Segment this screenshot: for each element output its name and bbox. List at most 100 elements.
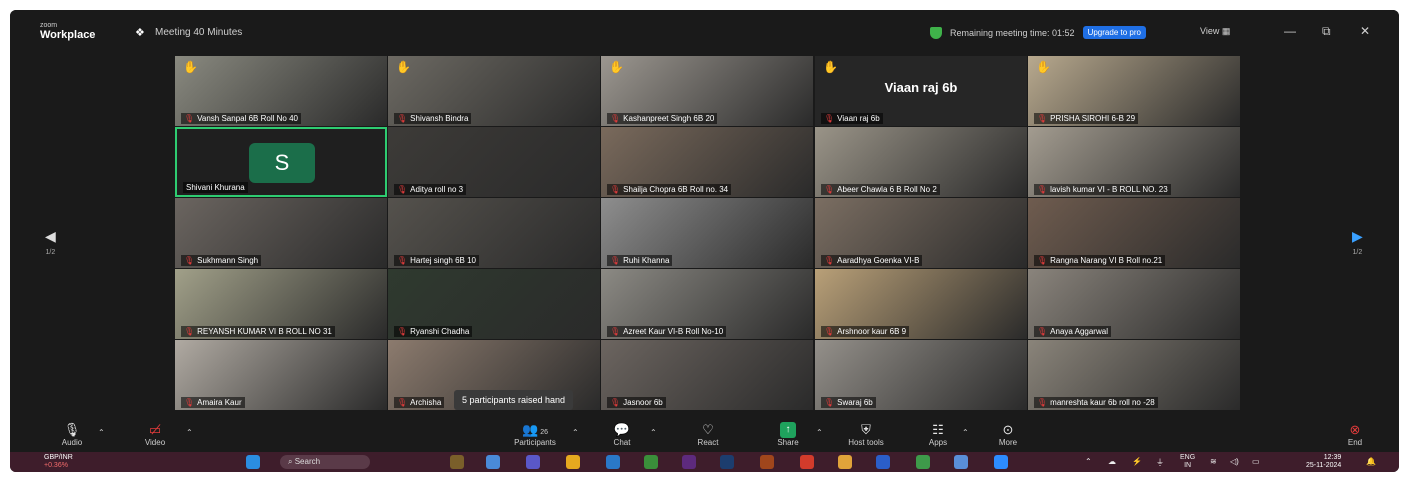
restore-button[interactable]: ⧉ bbox=[1322, 24, 1331, 39]
participant-tile[interactable]: Viaan raj 6b ✋ 🎙 Viaan raj 6b bbox=[815, 56, 1027, 126]
participant-tile[interactable]: 🎙 Amaira Kaur bbox=[175, 340, 387, 410]
zoom-app-icon[interactable] bbox=[994, 455, 1008, 469]
audio-options-chevron-icon[interactable]: ⌃ bbox=[98, 428, 105, 437]
participants-button[interactable]: 👥 26 Participants bbox=[505, 422, 565, 447]
participant-name-tag: 🎙 Shailja Chopra 6B Roll no. 34 bbox=[607, 184, 732, 195]
volume-icon[interactable]: ◁) bbox=[1230, 457, 1239, 466]
ticker-name: GBP/INR bbox=[44, 454, 73, 461]
chrome-icon[interactable] bbox=[838, 455, 852, 469]
participant-tile[interactable]: ✋ 🎙 Kashanpreet Singh 6B 20 bbox=[601, 56, 813, 126]
end-button[interactable]: ⊗ End bbox=[1325, 422, 1385, 447]
browser-icon[interactable] bbox=[486, 455, 500, 469]
usb-icon[interactable]: ⏚ bbox=[1156, 457, 1164, 468]
upgrade-button[interactable]: Upgrade to pro bbox=[1082, 26, 1146, 39]
video-options-chevron-icon[interactable]: ⌃ bbox=[186, 428, 193, 437]
network-icon[interactable]: ⚡ bbox=[1132, 457, 1142, 466]
participant-tile[interactable]: 🎙 Ryanshi Chadha bbox=[388, 269, 600, 339]
after-effects-icon[interactable] bbox=[682, 455, 696, 469]
chat-button[interactable]: 💬 Chat bbox=[592, 422, 652, 447]
minimize-button[interactable]: — bbox=[1284, 24, 1296, 38]
participant-tile[interactable]: 🎙 Jasnoor 6b bbox=[601, 340, 813, 410]
microphone-icon: 🎙 bbox=[63, 422, 81, 437]
stock-widget[interactable]: GBP/INR +0.36% bbox=[44, 454, 73, 470]
raised-hand-icon: ✋ bbox=[396, 60, 411, 74]
participant-tile[interactable]: 🎙 Rangna Narang VI B Roll no.21 bbox=[1028, 198, 1240, 268]
participant-tile[interactable]: S Shivani Khurana bbox=[175, 127, 387, 197]
page-indicator-right: 1/2 bbox=[1352, 249, 1363, 256]
participant-tile[interactable]: 🎙 Swaraj 6b bbox=[815, 340, 1027, 410]
taskbar-search[interactable]: ⌕ Search bbox=[280, 455, 370, 469]
outlook-icon[interactable] bbox=[606, 455, 620, 469]
video-button[interactable]: ▭̸ Video bbox=[125, 422, 185, 447]
zoom-logo: zoom Workplace bbox=[40, 22, 95, 41]
participant-tile[interactable]: 🎙 Shailja Chopra 6B Roll no. 34 bbox=[601, 127, 813, 197]
participant-tile[interactable]: 🎙 Aaradhya Goenka VI-B bbox=[815, 198, 1027, 268]
audio-button[interactable]: 🎙 Audio bbox=[42, 422, 102, 447]
meeting-title[interactable]: ❖ Meeting 40 Minutes bbox=[135, 27, 242, 38]
clock-time: 12:39 bbox=[1323, 454, 1342, 461]
end-call-icon: ⊗ bbox=[1349, 422, 1361, 437]
taskbar-clock[interactable]: 12:39 25-11-2024 bbox=[1306, 454, 1341, 470]
participant-tile[interactable]: ✋ 🎙 Shivansh Bindra bbox=[388, 56, 600, 126]
windows-start-icon[interactable] bbox=[246, 455, 260, 469]
apps-button[interactable]: ☷ Apps bbox=[908, 422, 968, 447]
tray-chevron-icon[interactable]: ⌃ bbox=[1085, 457, 1092, 466]
muted-microphone-icon: 🎙 bbox=[824, 185, 835, 194]
host-tools-button[interactable]: ⛨ Host tools bbox=[836, 422, 896, 447]
participant-tile[interactable]: 🎙 Azreet Kaur VI-B Roll No-10 bbox=[601, 269, 813, 339]
participant-tile[interactable]: ✋ 🎙 Vansh Sanpal 6B Roll No 40 bbox=[175, 56, 387, 126]
opera-icon[interactable] bbox=[800, 455, 814, 469]
apps-label: Apps bbox=[928, 438, 948, 447]
participant-tile[interactable]: 🎙 Ruhi Khanna bbox=[601, 198, 813, 268]
prev-page-button[interactable]: ◀ 1/2 bbox=[45, 228, 56, 256]
more-button[interactable]: ⊙ More bbox=[978, 422, 1038, 447]
view-button[interactable]: View ▦ bbox=[1200, 26, 1230, 37]
participant-tile[interactable]: 🎙 Anaya Aggarwal bbox=[1028, 269, 1240, 339]
file-explorer-icon[interactable] bbox=[566, 455, 580, 469]
chat-icon: 💬 bbox=[613, 422, 631, 437]
muted-microphone-icon: 🎙 bbox=[610, 327, 621, 336]
raised-hand-icon: ✋ bbox=[609, 60, 624, 74]
participant-tile[interactable]: 🎙 Arshnoor kaur 6B 9 bbox=[815, 269, 1027, 339]
participant-tile[interactable]: 🎙 Abeer Chawla 6 B Roll No 2 bbox=[815, 127, 1027, 197]
photoshop-icon[interactable] bbox=[720, 455, 734, 469]
participant-tile[interactable]: ✋ 🎙 PRISHA SIROHI 6-B 29 bbox=[1028, 56, 1240, 126]
chat-options-chevron-icon[interactable]: ⌃ bbox=[650, 428, 657, 437]
language-indicator[interactable]: ENG IN bbox=[1180, 454, 1195, 470]
share-button[interactable]: ↑ Share bbox=[758, 422, 818, 447]
notification-bell-icon[interactable]: 🔔 bbox=[1366, 457, 1376, 466]
close-button[interactable]: ✕ bbox=[1360, 24, 1370, 38]
battery-icon[interactable]: ▭ bbox=[1252, 457, 1260, 466]
participants-options-chevron-icon[interactable]: ⌃ bbox=[572, 428, 579, 437]
photos-icon[interactable] bbox=[954, 455, 968, 469]
participant-name: Sukhmann Singh bbox=[197, 256, 259, 265]
participant-tile[interactable]: 🎙 REYANSH KUMAR VI B ROLL NO 31 bbox=[175, 269, 387, 339]
muted-microphone-icon: 🎙 bbox=[824, 256, 835, 265]
next-page-button[interactable]: ▶ 1/2 bbox=[1352, 228, 1363, 256]
participant-tile[interactable]: 🎙 Aditya roll no 3 bbox=[388, 127, 600, 197]
apps-options-chevron-icon[interactable]: ⌃ bbox=[962, 428, 969, 437]
participant-name-tag: 🎙 Anaya Aggarwal bbox=[1034, 326, 1111, 337]
share-options-chevron-icon[interactable]: ⌃ bbox=[816, 428, 823, 437]
chrome-profile-icon[interactable] bbox=[916, 455, 930, 469]
participant-tile[interactable]: 🎙 lavish kumar VI - B ROLL NO. 23 bbox=[1028, 127, 1240, 197]
react-button[interactable]: ♡ React bbox=[678, 422, 738, 447]
wifi-icon[interactable]: ≋ bbox=[1210, 457, 1217, 466]
participant-tile[interactable]: 🎙 Sukhmann Singh bbox=[175, 198, 387, 268]
whatsapp-icon[interactable] bbox=[644, 455, 658, 469]
heart-icon: ♡ bbox=[702, 422, 714, 437]
word-icon[interactable] bbox=[876, 455, 890, 469]
muted-microphone-icon: 🎙 bbox=[610, 114, 621, 123]
widgets-icon[interactable] bbox=[450, 455, 464, 469]
participant-tile[interactable]: 🎙 manreshta kaur 6b roll no -28 bbox=[1028, 340, 1240, 410]
participant-tile[interactable]: 🎙 Hartej singh 6B 10 bbox=[388, 198, 600, 268]
participant-name-tag: 🎙 Rangna Narang VI B Roll no.21 bbox=[1034, 255, 1166, 266]
react-label: React bbox=[697, 438, 719, 447]
view-label: View bbox=[1200, 26, 1220, 36]
illustrator-icon[interactable] bbox=[760, 455, 774, 469]
participant-name: Arshnoor kaur 6B 9 bbox=[837, 327, 907, 336]
participant-name-tag: 🎙 Swaraj 6b bbox=[821, 397, 876, 408]
onedrive-icon[interactable]: ☁ bbox=[1108, 457, 1116, 466]
teams-icon[interactable] bbox=[526, 455, 540, 469]
participant-name: Viaan raj 6b bbox=[837, 114, 880, 123]
